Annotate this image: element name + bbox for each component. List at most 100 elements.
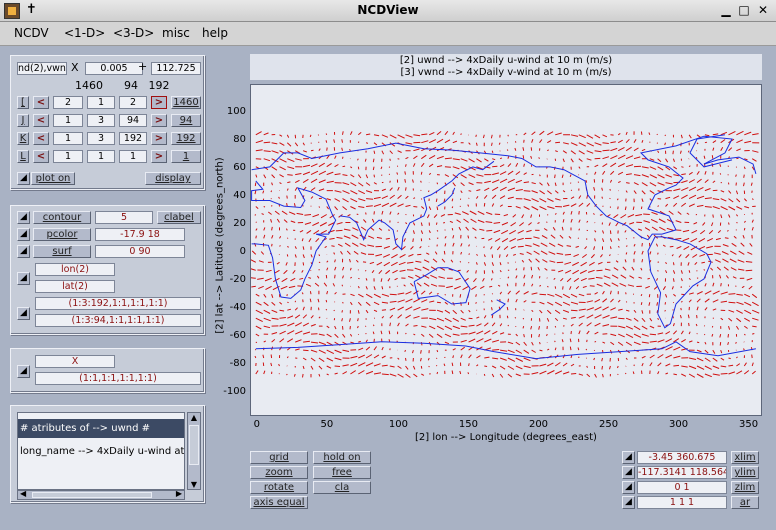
zoom-button[interactable]: zoom <box>250 466 308 479</box>
maximize-icon[interactable]: □ <box>736 3 752 19</box>
surf-button[interactable]: surf <box>33 245 91 258</box>
attributes-header: # atributes of --> uwnd # <box>18 419 184 438</box>
plot-axes[interactable] <box>250 84 762 416</box>
dim-step-field[interactable]: 3 <box>87 132 115 145</box>
dim-start-field[interactable]: 1 <box>53 114 83 127</box>
offset-field[interactable]: 112.725 <box>151 62 201 75</box>
axis-equal-button[interactable]: axis equal <box>250 496 308 509</box>
attribute-line: long_name --> 4xDaily u-wind at 10 <box>20 446 185 457</box>
menu-3d[interactable]: <3-D> <box>113 26 154 40</box>
extra-var-field[interactable]: X <box>35 355 115 368</box>
ylim-button[interactable]: ylim <box>731 466 759 479</box>
dim-end-field[interactable]: 94 <box>119 114 147 127</box>
dim-end-field[interactable]: 1 <box>119 150 147 163</box>
extra-index-field[interactable]: (1:1,1:1,1:1,1:1) <box>35 372 201 385</box>
plot-on-button[interactable]: plot on <box>31 172 75 185</box>
extra-axis-checkbox[interactable]: ◢ <box>17 365 30 378</box>
cla-button[interactable]: cla <box>313 481 371 494</box>
menu-bar: NCDV <1-D> <3-D> misc help <box>0 22 776 46</box>
scroll-down-icon[interactable]: ▼ <box>188 480 200 489</box>
surf-field[interactable]: 0 90 <box>95 245 185 258</box>
scroll-thumb[interactable] <box>189 425 199 465</box>
attributes-horizontal-scrollbar[interactable]: ◀ ▶ <box>17 489 185 500</box>
extra-axis-panel: ◢ X (1:1,1:1,1:1,1:1) <box>10 348 205 393</box>
menu-ncdv[interactable]: NCDV <box>14 26 49 40</box>
axis-names-checkbox[interactable]: ◢ <box>17 272 30 285</box>
plot-on-checkbox[interactable]: ◢ <box>17 172 30 185</box>
attributes-vertical-scrollbar[interactable]: ▲ ▼ <box>187 412 201 490</box>
title-bar: ✝ NCDView ▁ □ ✕ <box>0 0 776 22</box>
ylim-checkbox[interactable]: ◢ <box>622 466 635 479</box>
dim-start-field[interactable]: 2 <box>53 96 83 109</box>
xlim-button[interactable]: xlim <box>731 451 759 464</box>
axis-index-checkbox[interactable]: ◢ <box>17 307 30 320</box>
scroll-up-icon[interactable]: ▲ <box>188 413 200 422</box>
dim-tag-button[interactable]: [ <box>17 96 29 109</box>
dim-start-field[interactable]: 1 <box>53 132 83 145</box>
ar-field[interactable]: 1 1 1 <box>637 496 727 509</box>
attributes-list[interactable]: # atributes of --> uwnd # long_name --> … <box>17 412 185 490</box>
dim-max-button[interactable]: 192 <box>171 132 201 145</box>
rotate-button[interactable]: rotate <box>250 481 308 494</box>
pcolor-checkbox[interactable]: ◢ <box>17 228 30 241</box>
dim-tag-button[interactable]: K <box>17 132 29 145</box>
hold-on-button[interactable]: hold on <box>313 451 371 464</box>
lon-index-field[interactable]: (1:3:192,1:1,1:1,1:1) <box>35 297 201 310</box>
ylim-field[interactable]: -117.3141 118.564 <box>637 466 727 479</box>
surf-checkbox[interactable]: ◢ <box>17 245 30 258</box>
scroll-left-icon[interactable]: ◀ <box>20 489 26 498</box>
dim-prev-button[interactable]: < <box>33 96 49 109</box>
dim-step-field[interactable]: 3 <box>87 114 115 127</box>
variable-name-field[interactable]: nd(2),vwnd <box>17 62 67 75</box>
dim-next-button[interactable]: > <box>151 150 167 163</box>
dim-end-field[interactable]: 192 <box>119 132 147 145</box>
dim-next-button[interactable]: > <box>151 114 167 127</box>
lat-index-field[interactable]: (1:3:94,1:1,1:1,1:1) <box>35 314 201 327</box>
pcolor-button[interactable]: pcolor <box>33 228 91 241</box>
dim-prev-button[interactable]: < <box>33 114 49 127</box>
hscroll-thumb[interactable] <box>32 492 152 498</box>
menu-help[interactable]: help <box>202 26 228 40</box>
dim-next-button[interactable]: > <box>151 132 167 145</box>
dim-prev-button[interactable]: < <box>33 150 49 163</box>
scale-field[interactable]: 0.005 <box>85 62 143 75</box>
dim-max-button[interactable]: 1 <box>171 150 201 163</box>
zlim-checkbox[interactable]: ◢ <box>622 481 635 494</box>
minimize-icon[interactable]: ▁ <box>718 3 734 19</box>
dim-max-button[interactable]: 94 <box>171 114 201 127</box>
dim-step-field[interactable]: 1 <box>87 96 115 109</box>
dim-max-button[interactable]: 1460 <box>171 96 201 109</box>
lon-name-field[interactable]: lon(2) <box>35 263 115 276</box>
display-button[interactable]: display <box>145 172 201 185</box>
xlim-field[interactable]: -3.45 360.675 <box>637 451 727 464</box>
clabel-button[interactable]: clabel <box>157 211 201 224</box>
dim-prev-button[interactable]: < <box>33 132 49 145</box>
zlim-button[interactable]: zlim <box>731 481 759 494</box>
dim-end-field[interactable]: 2 <box>119 96 147 109</box>
scroll-right-icon[interactable]: ▶ <box>176 489 182 498</box>
variable-panel: nd(2),vwnd X 0.005 + 112.725 1460 94 192… <box>10 55 205 190</box>
dim-tag-button[interactable]: L <box>17 150 29 163</box>
xlim-checkbox[interactable]: ◢ <box>622 451 635 464</box>
grid-button[interactable]: grid <box>250 451 308 464</box>
close-icon[interactable]: ✕ <box>755 3 771 19</box>
coastline <box>647 236 712 329</box>
figure-title-line1: [2] uwnd --> 4xDaily u-wind at 10 m (m/s… <box>399 55 613 66</box>
dim-start-field[interactable]: 1 <box>53 150 83 163</box>
lat-name-field[interactable]: lat(2) <box>35 280 115 293</box>
dim-tag-button[interactable]: J <box>17 114 29 127</box>
menu-1d[interactable]: <1-D> <box>64 26 105 40</box>
ar-checkbox[interactable]: ◢ <box>622 496 635 509</box>
pcolor-field[interactable]: -17.9 18 <box>95 228 185 241</box>
contour-field[interactable]: 5 <box>95 211 153 224</box>
free-button[interactable]: free <box>313 466 371 479</box>
x-tick-label: 0 <box>253 419 261 430</box>
dim-step-field[interactable]: 1 <box>87 150 115 163</box>
dim-next-button[interactable]: > <box>151 96 167 109</box>
zlim-field[interactable]: 0 1 <box>637 481 727 494</box>
contour-checkbox[interactable]: ◢ <box>17 211 30 224</box>
plot-options-panel: ◢ contour 5 clabel ◢ pcolor -17.9 18 ◢ s… <box>10 205 205 335</box>
contour-button[interactable]: contour <box>33 211 91 224</box>
ar-button[interactable]: ar <box>731 496 759 509</box>
menu-misc[interactable]: misc <box>162 26 190 40</box>
